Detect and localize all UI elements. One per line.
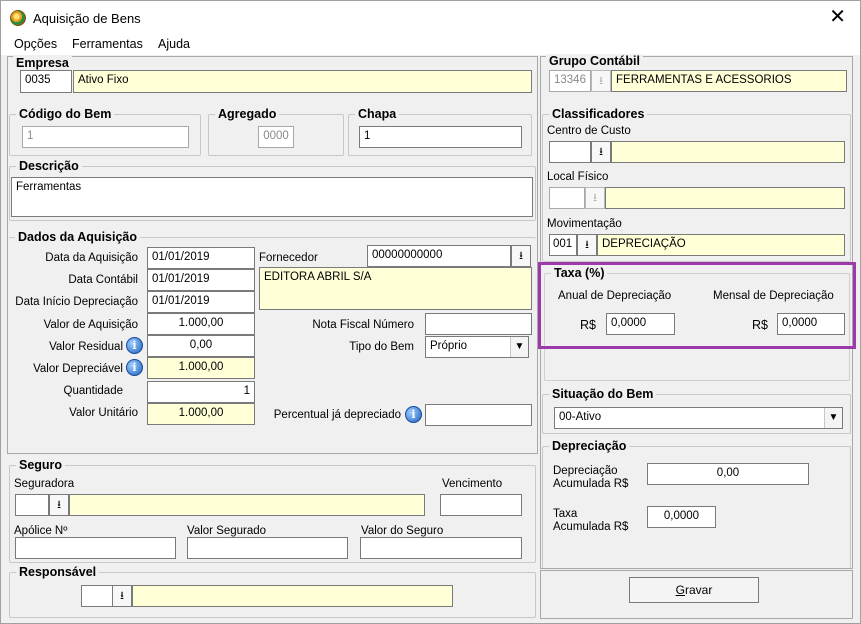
seguradora-lookup-icon[interactable]: ⭳ (49, 494, 69, 516)
fornecedor-code-input[interactable]: 00000000000 (367, 245, 511, 267)
app-icon (10, 10, 26, 26)
apolice-input[interactable] (15, 537, 176, 559)
descricao-input[interactable]: Ferramentas (11, 177, 533, 217)
close-icon[interactable]: ✕ (829, 7, 846, 27)
descricao-legend: Descrição (16, 159, 82, 173)
grupo-code-input[interactable]: 13346 (549, 70, 591, 92)
title-bar: Aquisição de Bens ✕ (1, 1, 860, 35)
responsavel-code-input[interactable] (81, 585, 113, 607)
menu-ferramentas[interactable]: Ferramentas (72, 37, 143, 51)
fornecedor-name-input[interactable]: EDITORA ABRIL S/A (259, 267, 532, 310)
grupo-legend: Grupo Contábil (546, 54, 643, 68)
chevron-down-icon: ▼ (824, 408, 842, 428)
responsavel-lookup-icon[interactable]: ⭳ (112, 585, 132, 607)
tipo-bem-select[interactable]: Próprio ▼ (425, 336, 529, 358)
window-title: Aquisição de Bens (33, 11, 141, 26)
main-window: Aquisição de Bens ✕ Opções Ferramentas A… (0, 0, 861, 624)
movimentacao-label: Movimentação (547, 218, 622, 230)
situacao-legend: Situação do Bem (549, 387, 657, 401)
tipo-bem-value: Próprio (430, 340, 468, 352)
percentual-input[interactable] (425, 404, 532, 426)
chapa-legend: Chapa (355, 107, 400, 121)
gravar-button[interactable]: Gravar (629, 577, 759, 603)
grupo-lookup-icon[interactable]: ⭳ (591, 70, 611, 92)
valor-unitario-input[interactable]: 1.000,00 (147, 403, 255, 425)
depreciacao-legend: Depreciação (549, 439, 630, 453)
valor-seguro-label: Valor do Seguro (361, 525, 444, 537)
valor-segurado-label: Valor Segurado (187, 525, 267, 537)
valor-depreciavel-input[interactable]: 1.000,00 (147, 357, 255, 379)
vencimento-label: Vencimento (442, 478, 503, 490)
dados-legend: Dados da Aquisição (15, 230, 141, 244)
chapa-input[interactable]: 1 (359, 126, 522, 148)
data-aquisicao-input[interactable]: 01/01/2019 (147, 247, 255, 269)
movimentacao-name-input[interactable]: DEPRECIAÇÃO (597, 234, 845, 256)
data-contabil-label: Data Contábil (68, 274, 138, 286)
valor-depreciavel-label: Valor Depreciável (33, 363, 123, 375)
classificadores-legend: Classificadores (549, 107, 648, 121)
taxa-acumulada-input[interactable]: 0,0000 (647, 506, 716, 528)
data-inicio-input[interactable]: 01/01/2019 (147, 291, 255, 313)
movimentacao-code-input[interactable]: 001 (549, 234, 577, 256)
percentual-info-icon[interactable]: i (405, 406, 422, 423)
codigo-legend: Código do Bem (16, 107, 115, 121)
depreciacao-acumulada-label: Depreciação Acumulada R$ (553, 465, 629, 490)
valor-unitario-label: Valor Unitário (69, 407, 138, 419)
valor-aquisicao-label: Valor de Aquisição (43, 319, 138, 331)
seguradora-name-input[interactable] (69, 494, 425, 516)
menu-ajuda[interactable]: Ajuda (158, 37, 190, 51)
local-fisico-name-input[interactable] (605, 187, 845, 209)
valor-depreciavel-info-icon[interactable]: i (126, 359, 143, 376)
valor-segurado-input[interactable] (187, 537, 348, 559)
menu-bar: Opções Ferramentas Ajuda (1, 35, 860, 55)
agregado-input[interactable]: 0000 (258, 126, 294, 148)
local-fisico-lookup-icon[interactable]: ⭳ (585, 187, 605, 209)
valor-residual-info-icon[interactable]: i (126, 337, 143, 354)
tipo-bem-label: Tipo do Bem (349, 341, 414, 353)
grupo-name-input[interactable]: FERRAMENTAS E ACESSORIOS (611, 70, 847, 92)
situacao-select[interactable]: 00-Ativo ▼ (554, 407, 843, 429)
taxa-acumulada-label: Taxa Acumulada R$ (553, 508, 629, 533)
movimentacao-lookup-icon[interactable]: ⭳ (577, 234, 597, 256)
valor-residual-input[interactable]: 0,00 (147, 335, 255, 357)
fornecedor-lookup-icon[interactable]: ⭳ (511, 245, 531, 267)
agregado-legend: Agregado (215, 107, 280, 121)
apolice-label: Apólice Nº (14, 525, 68, 537)
responsavel-name-input[interactable] (132, 585, 453, 607)
nota-fiscal-input[interactable] (425, 313, 532, 335)
empresa-code-input[interactable]: 0035 (20, 70, 72, 93)
percentual-label: Percentual já depreciado (273, 409, 401, 421)
quantidade-input[interactable]: 1 (147, 381, 255, 403)
local-fisico-code-input[interactable] (549, 187, 585, 209)
codigo-input[interactable]: 1 (22, 126, 189, 148)
depreciacao-acumulada-input[interactable]: 0,00 (647, 463, 809, 485)
centro-custo-label: Centro de Custo (547, 125, 631, 137)
valor-aquisicao-input[interactable]: 1.000,00 (147, 313, 255, 335)
local-fisico-label: Local Físico (547, 171, 609, 183)
valor-residual-label: Valor Residual (49, 341, 123, 353)
fornecedor-label: Fornecedor (259, 252, 318, 264)
empresa-legend: Empresa (13, 56, 72, 70)
seguradora-label: Seguradora (14, 478, 75, 490)
valor-seguro-input[interactable] (360, 537, 522, 559)
centro-custo-code-input[interactable] (549, 141, 591, 163)
menu-opcoes[interactable]: Opções (14, 37, 57, 51)
centro-custo-lookup-icon[interactable]: ⭳ (591, 141, 611, 163)
chevron-down-icon: ▼ (510, 337, 528, 357)
seguro-legend: Seguro (16, 458, 66, 472)
vencimento-input[interactable] (440, 494, 522, 516)
empresa-name-input[interactable]: Ativo Fixo (73, 70, 532, 93)
data-aquisicao-label: Data da Aquisição (45, 252, 138, 264)
responsavel-legend: Responsável (16, 565, 100, 579)
centro-custo-name-input[interactable] (611, 141, 845, 163)
quantidade-label: Quantidade (63, 385, 123, 397)
situacao-value: 00-Ativo (559, 411, 602, 423)
seguradora-code-input[interactable] (15, 494, 49, 516)
taxa-highlight-box (538, 262, 856, 349)
data-contabil-input[interactable]: 01/01/2019 (147, 269, 255, 291)
nota-fiscal-label: Nota Fiscal Número (312, 319, 414, 331)
data-inicio-label: Data Início Depreciação (15, 296, 138, 308)
